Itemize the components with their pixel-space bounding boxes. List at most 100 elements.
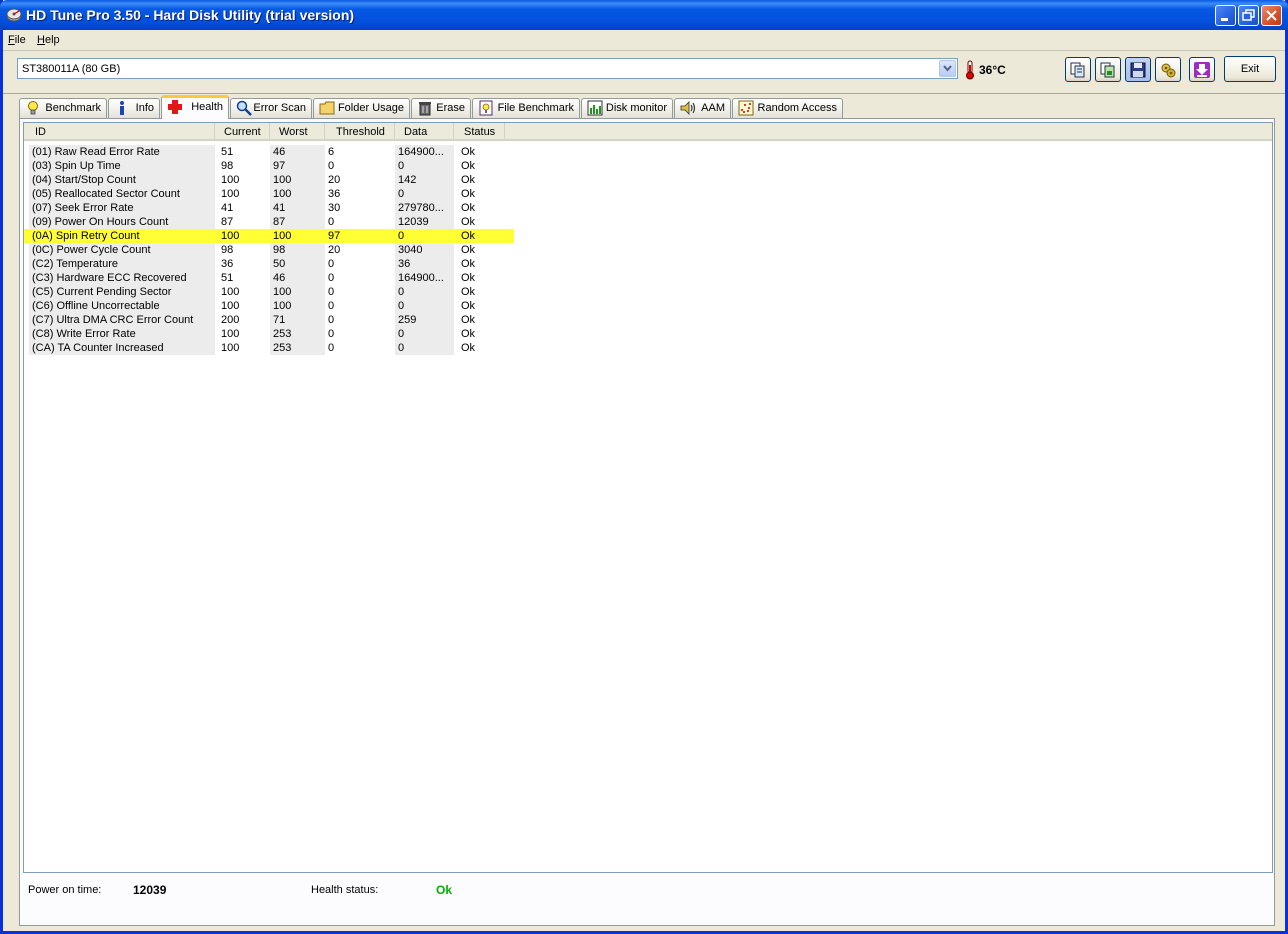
tab-label: Benchmark [45,102,101,114]
cell-current: 98 [221,244,234,256]
restore-button[interactable] [1238,5,1259,26]
download-button[interactable] [1189,57,1215,82]
menu-file[interactable]: File [8,34,26,46]
table-row[interactable]: (09) Power On Hours Count 87 87 0 12039 Ok [24,215,514,229]
table-row[interactable]: (C3) Hardware ECC Recovered 51 46 0 164900..… [24,271,514,285]
table-row[interactable]: (0C) Power Cycle Count 98 98 20 3040 Ok [24,243,514,257]
column-header-id[interactable]: ID [24,123,215,141]
cell-worst: 87 [270,215,325,229]
magnifier-icon [236,100,252,116]
cell-threshold: 0 [328,328,335,340]
column-header-threshold[interactable]: Threshold [325,123,395,141]
cell-status: Ok [461,160,476,172]
tab-folder-usage[interactable]: Folder Usage [313,98,410,118]
tab-disk-monitor[interactable]: Disk monitor [581,98,673,118]
cell-worst: 100 [270,299,325,313]
tab-aam[interactable]: AAM [674,98,731,118]
cell-worst: 46 [270,271,325,285]
cell-status: Ok [458,229,514,243]
close-icon [1266,10,1277,21]
title-bar[interactable]: HD Tune Pro 3.50 - Hard Disk Utility (tr… [0,0,1288,30]
tab-info[interactable]: Info [108,98,160,118]
close-button[interactable] [1261,5,1282,26]
app-window: HD Tune Pro 3.50 - Hard Disk Utility (tr… [0,0,1288,934]
cell-id: (03) Spin Up Time [29,159,215,173]
options-button[interactable] [1155,57,1181,82]
table-row[interactable]: (04) Start/Stop Count 100 100 20 142 Ok [24,173,514,187]
cell-id: (C2) Temperature [29,257,215,271]
column-header-label: Data [404,126,428,138]
exit-button[interactable]: Exit [1224,56,1276,82]
tab-label: Error Scan [253,102,306,114]
drive-dropdown-button[interactable] [939,60,956,77]
cell-data: 0 [395,299,454,313]
cell-id: (C3) Hardware ECC Recovered [29,271,215,285]
table-row[interactable]: (C5) Current Pending Sector 100 100 0 0 Ok [24,285,514,299]
chevron-down-icon [943,65,952,72]
column-header-data[interactable]: Data [395,123,454,141]
status-area: Power on time: 12039 Health status: Ok [23,876,1273,922]
window-title: HD Tune Pro 3.50 - Hard Disk Utility (tr… [26,7,355,23]
save-button[interactable] [1125,57,1151,82]
random-access-icon [738,100,754,116]
cell-worst: 71 [270,313,325,327]
cell-threshold: 0 [328,258,335,270]
cell-threshold: 0 [328,216,335,228]
cell-status: Ok [461,272,476,284]
disk-monitor-icon [587,100,603,116]
table-row[interactable]: (CA) TA Counter Increased 100 253 0 0 Ok [24,341,514,355]
column-header-current[interactable]: Current [215,123,270,141]
column-header-worst[interactable]: Worst [270,123,325,141]
table-row[interactable]: (C7) Ultra DMA CRC Error Count 200 71 0 259 O… [24,313,514,327]
table-row[interactable]: (03) Spin Up Time 98 97 0 0 Ok [24,159,514,173]
cell-threshold: 97 [325,229,395,243]
cell-worst: 98 [270,243,325,257]
cell-current: 36 [221,258,234,270]
smart-attributes-list[interactable]: ID Current Worst Threshold Data Status (… [23,122,1273,873]
health-cross-icon [168,100,182,114]
table-row[interactable]: (C2) Temperature 36 50 0 36 Ok [24,257,514,271]
column-header-label: Threshold [336,126,385,138]
copy-image-button[interactable] [1095,57,1121,82]
menu-separator [3,50,1285,51]
table-row[interactable]: (05) Reallocated Sector Count 100 100 36 0 Ok [24,187,514,201]
cell-worst: 50 [270,257,325,271]
copy-text-button[interactable] [1065,57,1091,82]
cell-current: 200 [221,314,240,326]
tab-error-scan[interactable]: Error Scan [230,98,312,118]
drive-select[interactable]: ST380011A (80 GB) [17,58,958,79]
table-row[interactable]: (C8) Write Error Rate 100 253 0 0 Ok [24,327,514,341]
cell-worst: 253 [270,341,325,355]
cell-id: (C5) Current Pending Sector [29,285,215,299]
table-row[interactable]: (07) Seek Error Rate 41 41 30 279780... Ok [24,201,514,215]
cell-data: 164900... [395,271,454,285]
options-tools-icon [1161,63,1176,78]
tab-label: Disk monitor [605,102,667,114]
copy-icon [1070,62,1085,78]
cell-current: 100 [221,188,240,200]
cell-current: 98 [221,160,234,172]
cell-id: (09) Power On Hours Count [29,215,215,229]
power-on-time-value: 12039 [133,883,167,897]
column-header-status[interactable]: Status [454,123,505,141]
table-row[interactable]: (01) Raw Read Error Rate 51 46 6 164900... Ok [24,145,514,159]
table-row[interactable]: (0A) Spin Retry Count 100 100 97 0 Ok [24,229,514,243]
cell-status: Ok [461,314,476,326]
cell-data: 0 [395,187,454,201]
file-benchmark-icon [479,100,493,116]
menu-help[interactable]: Help [37,34,60,46]
tab-random-access[interactable]: Random Access [732,98,843,118]
tab-health[interactable]: Health [161,95,229,119]
health-panel: ID Current Worst Threshold Data Status (… [19,118,1275,926]
cell-current: 100 [221,342,240,354]
tab-file-benchmark[interactable]: File Benchmark [472,98,580,118]
cell-data: 0 [395,229,454,243]
tab-erase[interactable]: Erase [411,98,471,118]
cell-threshold: 0 [328,286,335,298]
tab-benchmark[interactable]: Benchmark [19,98,107,118]
table-row[interactable]: (C6) Offline Uncorrectable 100 100 0 0 Ok [24,299,514,313]
cell-worst: 46 [270,145,325,159]
cell-data: 142 [395,173,454,187]
minimize-button[interactable] [1215,5,1236,26]
cell-threshold: 0 [328,160,335,172]
